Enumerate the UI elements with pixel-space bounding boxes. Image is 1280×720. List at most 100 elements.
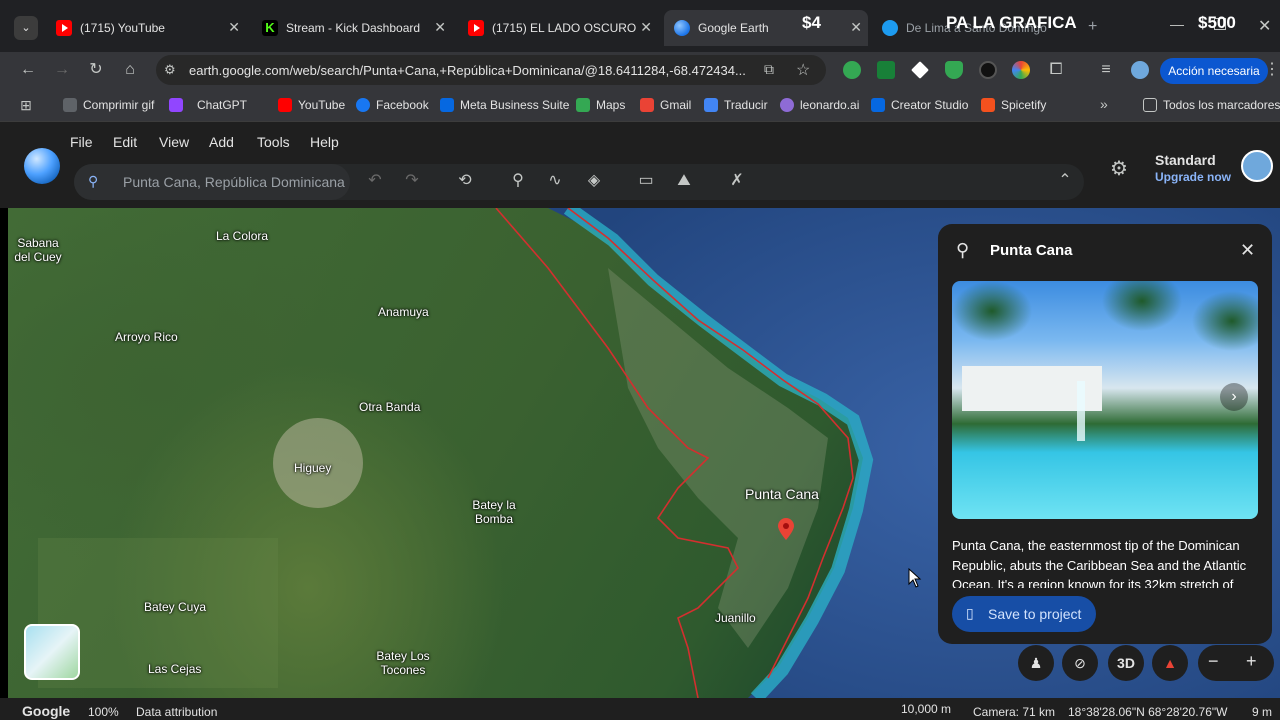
all-bookmarks-folder[interactable]: Todos los marcadores [1143,98,1280,112]
map-style-thumbnail[interactable] [24,624,80,680]
address-bar[interactable]: ⚙ earth.google.com/web/search/Punta+Cana… [156,55,826,85]
bookmark-maps[interactable]: Maps [576,98,625,112]
apps-grid-icon[interactable]: ⊞ [16,95,36,115]
bookmark-star-icon[interactable]: ☆ [796,60,810,80]
youtube-icon [468,20,484,36]
bookmark-meta-business-suite[interactable]: Meta Business Suite [440,98,569,112]
gif-icon [63,98,77,112]
add-placemark-icon[interactable]: ⚲ [507,170,529,192]
extension-download-icon[interactable] [877,61,895,79]
close-tab-icon[interactable]: ✕ [640,19,652,36]
tab-youtube[interactable]: (1715) YouTube ✕ [46,10,246,46]
overlay-title: PA LA GRAFICA [946,13,1077,32]
minimize-button[interactable]: — [1170,16,1184,32]
street-view-pegman-icon[interactable]: ♟ [1018,645,1054,681]
close-tab-icon[interactable]: ✕ [228,19,240,36]
extension-color-icon[interactable] [1012,61,1030,79]
close-tab-icon[interactable]: ✕ [850,19,862,36]
earth-toolbar: File Edit View Add Tools Help ⚲ Punta Ca… [0,122,1280,208]
home-icon[interactable]: ⌂ [120,60,140,80]
bookmarks-bar: ⊞ Comprimir gif ChatGPT YouTube Facebook… [0,88,1280,122]
menu-tools[interactable]: Tools [257,134,290,150]
redo-icon[interactable]: ↷ [401,170,423,192]
bookmark-gmail[interactable]: Gmail [640,98,691,112]
search-icon: ⚲ [88,173,99,189]
more-bookmarks-icon[interactable]: » [1100,96,1108,112]
toggle-3d-button[interactable]: 3D [1108,645,1144,681]
upgrade-link[interactable]: Upgrade now [1155,170,1231,184]
close-icon[interactable]: ✕ [1240,240,1255,261]
map-label-higuey: Higuey [294,461,332,475]
extension-dark-icon[interactable] [979,61,997,79]
google-earth-logo[interactable] [24,148,60,184]
next-photo-button[interactable]: › [1220,383,1248,411]
bookmark-creator-studio[interactable]: Creator Studio [871,98,968,112]
bookmark-spicetify[interactable]: Spicetify [981,98,1046,112]
bookmark-chatgpt[interactable]: ChatGPT [169,98,247,112]
menu-edit[interactable]: Edit [113,134,137,150]
bookmark-traducir[interactable]: Traducir [704,98,768,112]
settings-gear-icon[interactable]: ⚙ [1110,156,1128,181]
menu-view[interactable]: View [159,134,189,150]
bookmark-youtube[interactable]: YouTube [278,98,345,112]
place-info-panel: ⚲ Punta Cana ✕ › Punta Cana, the eastern… [938,224,1272,644]
bookmark-comprimir-gif[interactable]: Comprimir gif [63,98,154,112]
location-pin-icon[interactable] [778,518,794,540]
compass-icon[interactable]: ▲ [1152,645,1188,681]
place-photo[interactable]: › [952,281,1258,519]
tab-title: Google Earth [698,21,769,35]
add-path-icon[interactable]: ∿ [544,170,566,192]
measure-icon[interactable]: ▭ [635,170,657,192]
new-tab-button[interactable]: + [1088,18,1097,36]
zoom-out-icon[interactable]: − [1208,651,1219,672]
account-action-button[interactable]: Acción necesaria [1160,58,1268,84]
bookmark-leonardo-ai[interactable]: leonardo.ai [780,98,859,112]
tab-kick-dashboard[interactable]: K Stream - Kick Dashboard ✕ [252,10,452,46]
collapse-toolbar-icon[interactable]: ⌃ [1054,170,1076,192]
forward-icon[interactable]: → [52,60,72,80]
overlay-price-large: $500 [1198,13,1236,32]
bookmark-label: Traducir [724,98,768,112]
bookmark-label: Creator Studio [891,98,969,112]
tools-icon[interactable]: ✗ [726,170,748,192]
install-app-icon[interactable]: ⧉ [764,61,774,78]
zoom-in-icon[interactable]: + [1246,651,1257,672]
back-icon[interactable]: ← [18,60,38,80]
data-attribution-link[interactable]: Data attribution [136,705,217,719]
user-avatar[interactable] [1241,150,1273,182]
extension-shield-icon[interactable] [945,61,963,79]
leonardo-icon [780,98,794,112]
search-box[interactable]: ⚲ Punta Cana, República Dominicana [74,164,350,200]
save-to-project-button[interactable]: ▯ Save to project [952,596,1096,632]
zoom-percent: 100% [88,705,119,719]
spicetify-icon [981,98,995,112]
search-input[interactable]: Punta Cana, República Dominicana [123,174,348,190]
screenshot-icon[interactable]: ⛰ [673,170,695,192]
translate-icon [704,98,718,112]
location-off-icon[interactable]: ⊘ [1062,645,1098,681]
menu-file[interactable]: File [70,134,93,150]
bookmark-label: Gmail [660,98,692,112]
extensions-puzzle-icon[interactable]: ⧠ [1046,60,1066,80]
browser-menu-icon[interactable]: ⋮ [1262,60,1280,80]
close-window-button[interactable]: ✕ [1258,16,1271,36]
meta-icon [871,98,885,112]
undo-icon[interactable]: ↶ [364,170,386,192]
bookmark-facebook[interactable]: Facebook [356,98,429,112]
tab-search-icon[interactable]: ⌄ [14,16,38,40]
media-control-icon[interactable]: ≡ [1096,60,1116,80]
menu-help[interactable]: Help [310,134,339,150]
extension-diamond-icon[interactable] [911,61,929,79]
history-icon[interactable]: ⟲ [454,170,476,192]
reload-icon[interactable]: ↻ [86,60,106,80]
profile-avatar[interactable] [1131,61,1149,79]
layers-icon[interactable]: ◈ [583,170,605,192]
menu-add[interactable]: Add [209,134,234,150]
maps-icon [576,98,590,112]
tab-youtube-video[interactable]: (1715) EL LADO OSCURO D ✕ [458,10,658,46]
close-tab-icon[interactable]: ✕ [434,19,446,36]
extension-add-icon[interactable] [843,61,861,79]
bookmark-icon: ▯ [966,605,974,621]
site-info-icon[interactable]: ⚙ [164,62,176,78]
tab-google-earth[interactable]: Google Earth ✕ [664,10,868,46]
